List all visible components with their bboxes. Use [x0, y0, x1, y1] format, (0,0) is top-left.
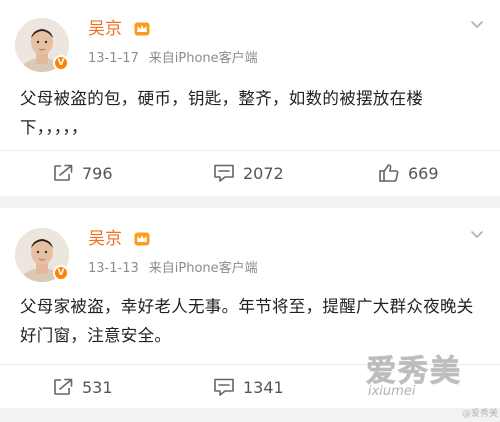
post-source: 来自iPhone客户端 [148, 51, 258, 66]
comment-icon [214, 164, 234, 182]
action-bar: 796 2072 669 [0, 150, 500, 195]
image-credit: @爱秀美 [461, 409, 498, 419]
repost-icon [54, 378, 73, 395]
footer-gap [0, 408, 500, 422]
repost-button[interactable]: 796 [52, 161, 113, 185]
like-count: 669 [408, 163, 439, 183]
vip-crown-icon [134, 22, 150, 36]
repost-count: 531 [82, 377, 113, 397]
comment-count: 1341 [243, 377, 284, 397]
post-content: 父母家被盗，幸好老人无事。年节将至，提醒广大群众夜晚关好门窗，注意安全。 [20, 297, 474, 345]
comment-button[interactable]: 1341 [213, 375, 284, 399]
repost-button[interactable]: 531 [52, 375, 113, 399]
post-meta: 13-1-13 来自iPhone客户端 [88, 260, 258, 278]
post-content: 父母被盗的包，硬币，钥匙，整齐，如数的被摆放在楼下，，，，， [20, 89, 424, 137]
post-source: 来自iPhone客户端 [148, 261, 258, 276]
post-date: 13-1-13 [88, 261, 139, 276]
verified-badge-icon: V [53, 55, 69, 71]
comment-count: 2072 [243, 163, 284, 183]
chevron-down-icon[interactable] [470, 230, 484, 240]
repost-count: 796 [82, 163, 113, 183]
verified-badge-icon: V [53, 265, 69, 281]
comment-icon [214, 378, 234, 396]
chevron-down-icon[interactable] [470, 20, 484, 30]
vip-crown-icon [134, 232, 150, 246]
watermark-domain: ixiumei [368, 384, 416, 399]
site-watermark: 爱秀美 ixiumei [366, 346, 476, 404]
author-name[interactable]: 吴京 [88, 18, 122, 40]
comment-button[interactable]: 2072 [213, 161, 284, 185]
post-date: 13-1-17 [88, 51, 139, 66]
weibo-post: V 吴京 13-1-17 来自iPhone客户端 父母被盗的包，硬币，钥匙，整齐，… [0, 0, 500, 196]
thumbs-up-icon [379, 164, 399, 182]
like-button[interactable]: 669 [378, 161, 439, 185]
post-meta: 13-1-17 来自iPhone客户端 [88, 50, 258, 68]
repost-icon [54, 164, 73, 181]
author-name[interactable]: 吴京 [88, 228, 122, 250]
